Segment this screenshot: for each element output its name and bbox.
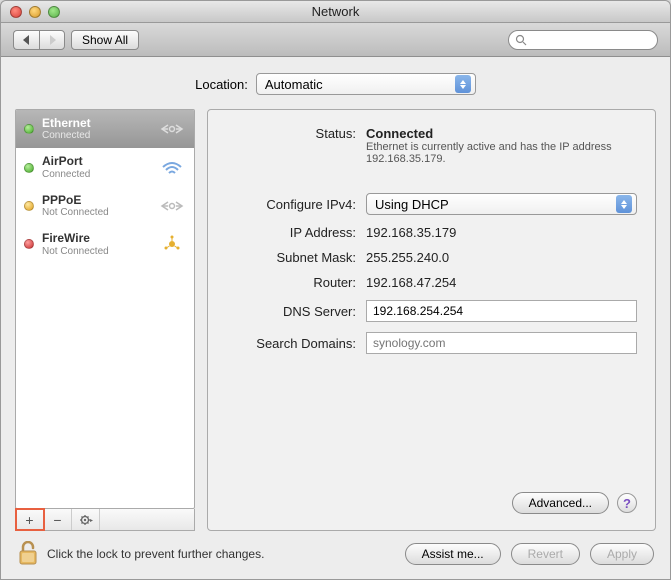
apply-label: Apply (607, 547, 637, 561)
assist-me-button[interactable]: Assist me... (405, 543, 501, 565)
ethernet-icon (158, 119, 186, 139)
lock-icon[interactable] (17, 541, 39, 567)
router-label: Router: (226, 275, 366, 290)
service-status: Connected (42, 169, 150, 181)
search-field[interactable] (508, 30, 658, 50)
status-dot-icon (24, 163, 34, 173)
advanced-label: Advanced... (529, 496, 592, 510)
router-value: 192.168.47.254 (366, 275, 456, 290)
status-label: Status: (226, 126, 366, 141)
status-dot-icon (24, 201, 34, 211)
nav-segment (13, 30, 65, 50)
service-name: AirPort (42, 154, 150, 168)
plus-icon: + (25, 512, 33, 528)
minus-icon: − (53, 512, 61, 528)
subnet-mask-value: 255.255.240.0 (366, 250, 449, 265)
assist-me-label: Assist me... (422, 547, 484, 561)
window-title: Network (1, 4, 670, 19)
sidebar: Ethernet Connected AirPort Connected (15, 109, 195, 531)
firewire-icon (158, 234, 186, 254)
revert-label: Revert (528, 547, 563, 561)
service-name: Ethernet (42, 116, 150, 130)
sidebar-item-ethernet[interactable]: Ethernet Connected (16, 110, 194, 148)
revert-button[interactable]: Revert (511, 543, 580, 565)
sidebar-buttons: + − (15, 509, 195, 531)
ip-address-value: 192.168.35.179 (366, 225, 456, 240)
status-description: Ethernet is currently active and has the… (366, 141, 616, 165)
window-footer: Click the lock to prevent further change… (1, 535, 670, 579)
lock-text: Click the lock to prevent further change… (47, 547, 264, 561)
dns-server-label: DNS Server: (226, 304, 366, 319)
service-status: Not Connected (42, 246, 150, 258)
details-panel: Status: Connected Ethernet is currently … (207, 109, 656, 531)
configure-ipv4-popup[interactable]: Using DHCP (366, 193, 637, 215)
sidebar-item-pppoe[interactable]: PPPoE Not Connected (16, 187, 194, 225)
ethernet-icon (158, 196, 186, 216)
status-dot-icon (24, 239, 34, 249)
network-prefs-window: Network Show All Location: Automatic (0, 0, 671, 580)
forward-button[interactable] (39, 30, 65, 50)
service-list: Ethernet Connected AirPort Connected (15, 109, 195, 509)
titlebar: Network (1, 1, 670, 23)
configure-ipv4-label: Configure IPv4: (226, 197, 366, 212)
sidebar-item-airport[interactable]: AirPort Connected (16, 148, 194, 186)
remove-service-button[interactable]: − (44, 509, 72, 530)
back-button[interactable] (13, 30, 39, 50)
location-row: Location: Automatic (1, 57, 670, 109)
body: Ethernet Connected AirPort Connected (1, 109, 670, 535)
ip-address-label: IP Address: (226, 225, 366, 240)
service-name: PPPoE (42, 193, 150, 207)
search-input[interactable] (531, 34, 651, 46)
subnet-mask-label: Subnet Mask: (226, 250, 366, 265)
popup-arrows-icon (455, 75, 471, 93)
dns-server-input[interactable] (366, 300, 637, 322)
status-value: Connected (366, 126, 616, 141)
search-domains-label: Search Domains: (226, 336, 366, 351)
help-button[interactable]: ? (617, 493, 637, 513)
configure-ipv4-value: Using DHCP (375, 197, 449, 212)
search-icon (515, 34, 527, 46)
popup-arrows-icon (616, 195, 632, 213)
show-all-label: Show All (82, 33, 128, 47)
toolbar: Show All (1, 23, 670, 57)
advanced-button[interactable]: Advanced... (512, 492, 609, 514)
wifi-icon (158, 158, 186, 178)
add-service-button[interactable]: + (16, 509, 44, 530)
gear-icon (79, 513, 93, 527)
service-status: Connected (42, 130, 150, 142)
show-all-button[interactable]: Show All (71, 30, 139, 50)
service-name: FireWire (42, 231, 150, 245)
status-dot-icon (24, 124, 34, 134)
sidebar-item-firewire[interactable]: FireWire Not Connected (16, 225, 194, 263)
footer-buttons: Assist me... Revert Apply (405, 543, 654, 565)
location-value: Automatic (265, 77, 323, 92)
location-label: Location: (195, 77, 248, 92)
help-icon: ? (623, 496, 631, 511)
search-domains-input[interactable] (366, 332, 637, 354)
service-status: Not Connected (42, 207, 150, 219)
apply-button[interactable]: Apply (590, 543, 654, 565)
location-popup[interactable]: Automatic (256, 73, 476, 95)
action-menu-button[interactable] (72, 509, 100, 530)
